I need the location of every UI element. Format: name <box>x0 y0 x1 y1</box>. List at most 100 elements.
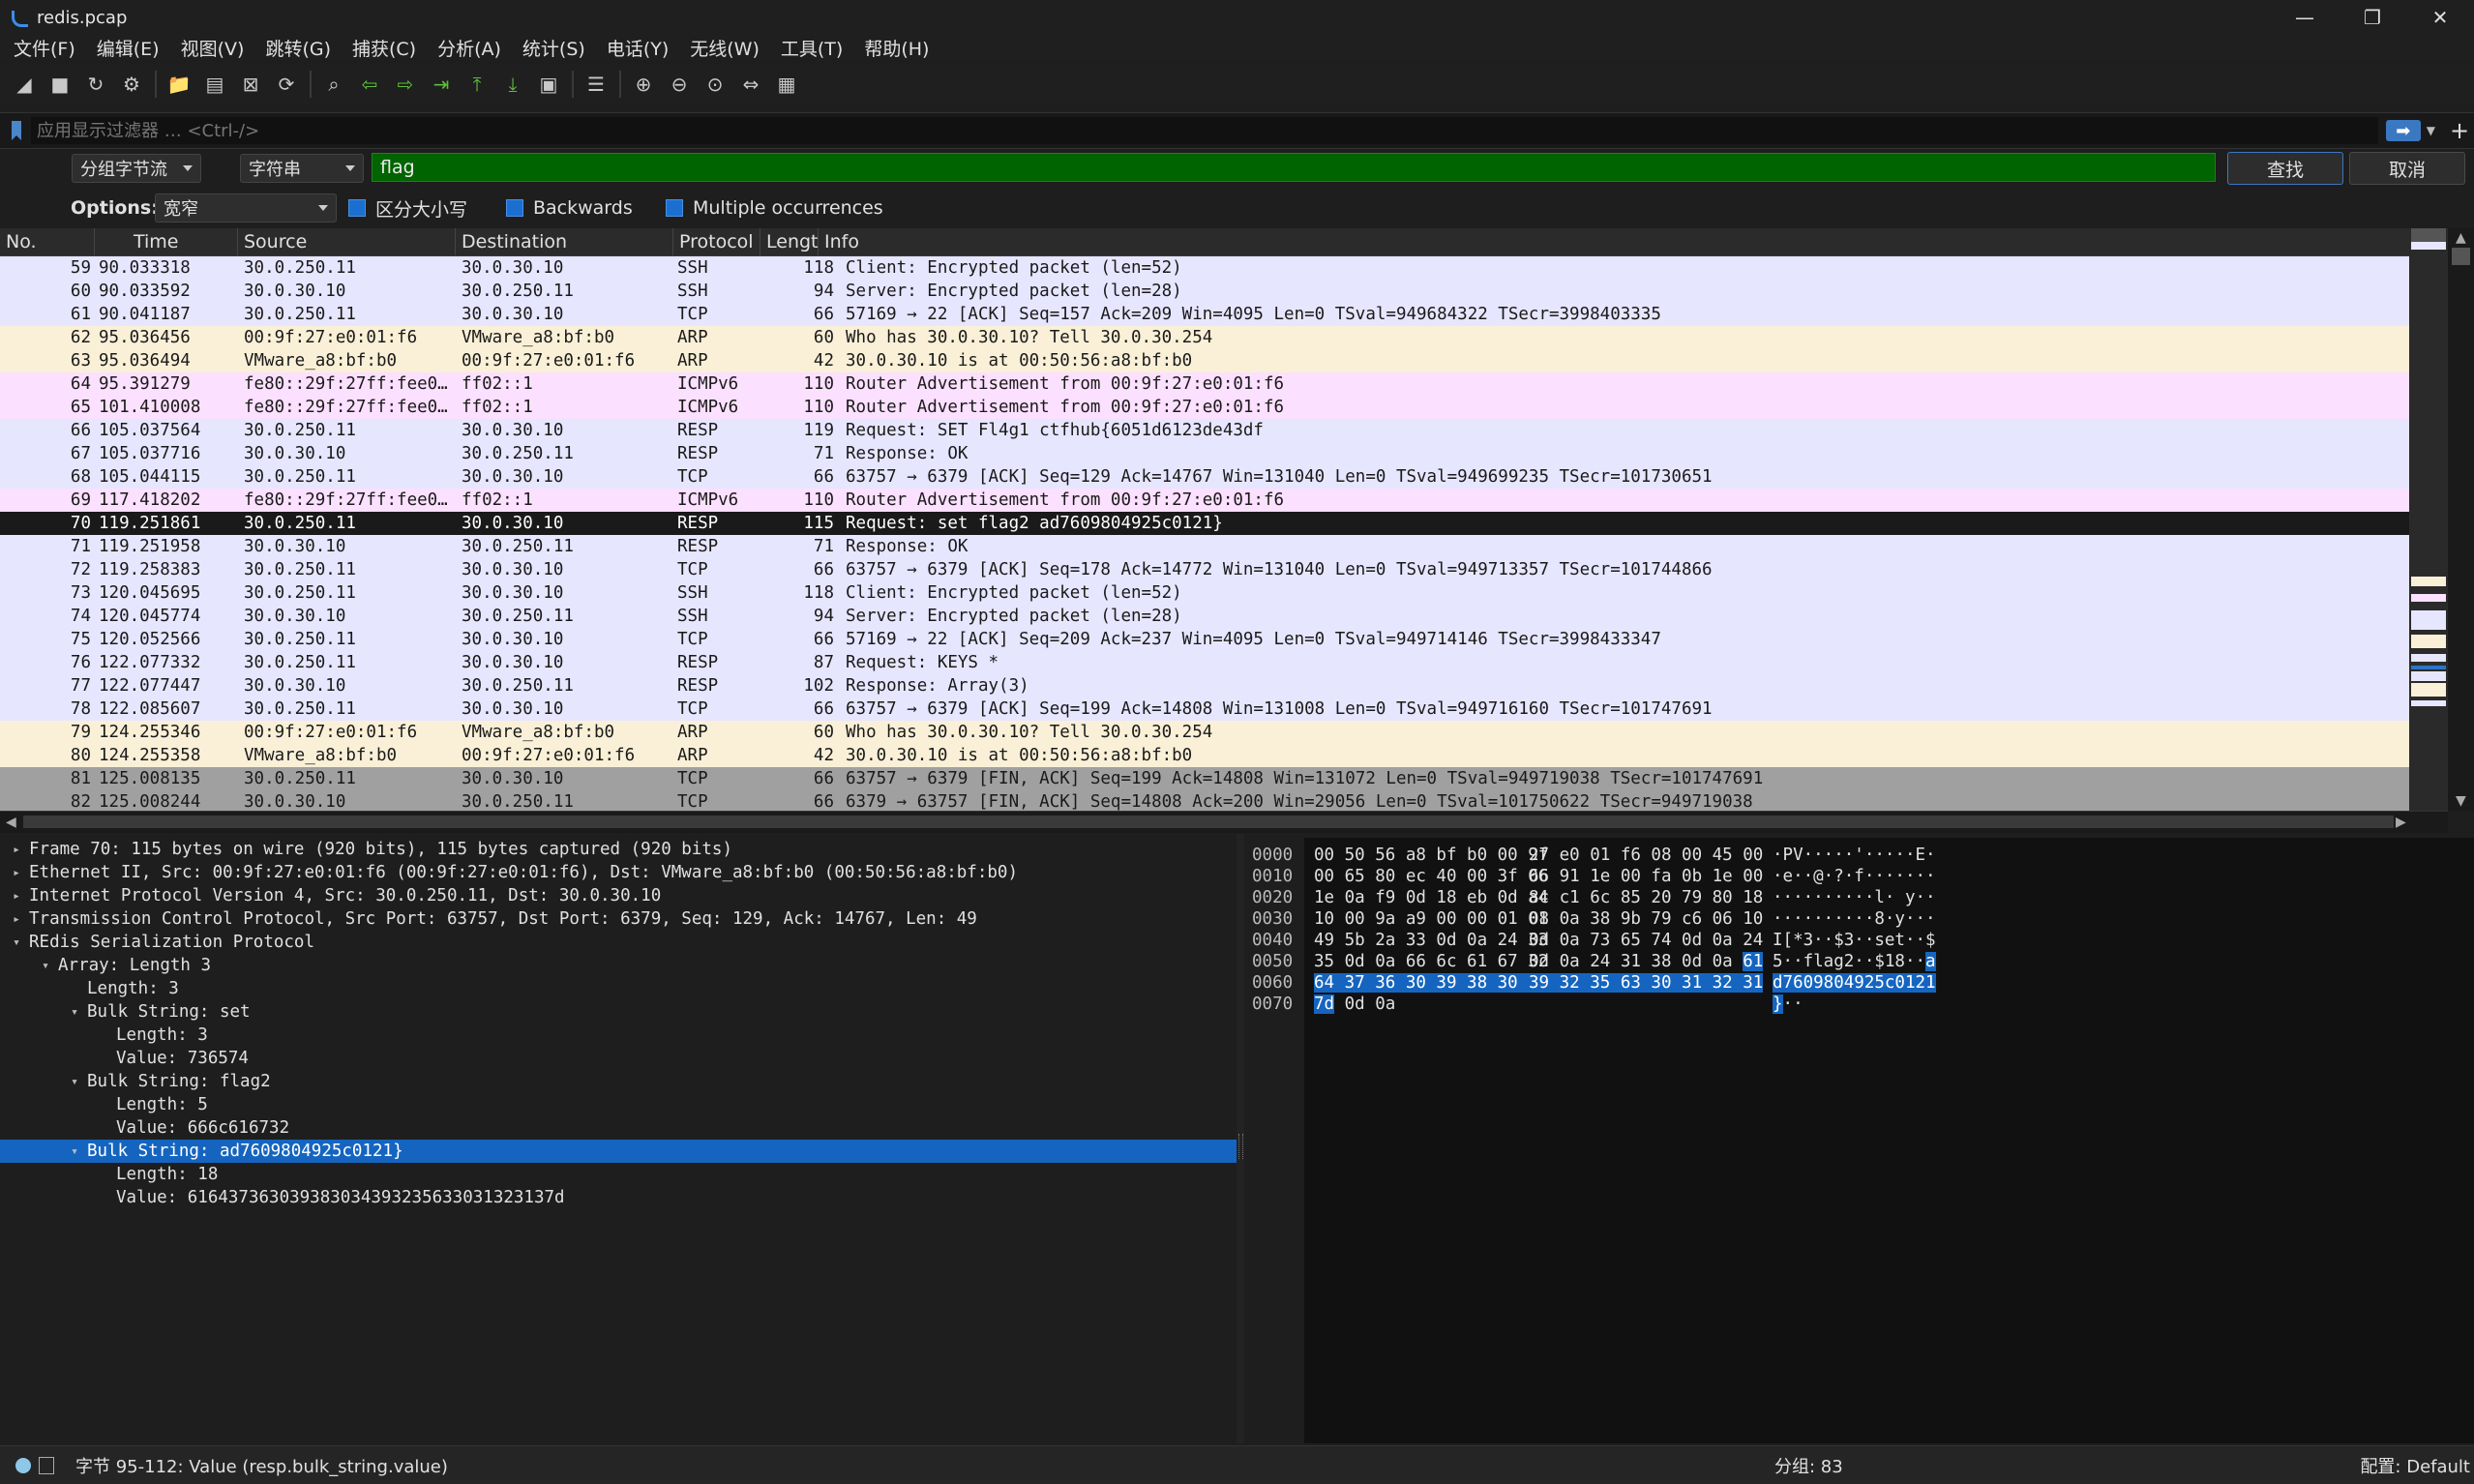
scroll-down-icon[interactable]: ▼ <box>2456 793 2466 809</box>
packet-list-minimap[interactable] <box>2409 228 2448 811</box>
packet-row[interactable]: 76 122.077332 30.0.250.11 30.0.30.10 RESP 87 R… <box>0 651 2409 674</box>
hex-group-2[interactable]: 66 91 1e 00 fa 0b 1e 00 <box>1529 867 1763 888</box>
save-icon[interactable]: ▤ <box>200 70 229 99</box>
detail-tree-item[interactable]: Value: 736574 <box>0 1047 1237 1070</box>
column-header-length[interactable]: Length <box>760 228 819 255</box>
close-file-icon[interactable]: ⊠ <box>236 70 265 99</box>
hex-group-2[interactable]: 8c c1 6c 85 20 79 80 18 <box>1529 888 1763 909</box>
ascii-dump[interactable]: ·e··@·?·f······· <box>1773 867 1936 888</box>
packet-row[interactable]: 71 119.251958 30.0.30.10 30.0.250.11 RESP 71 R… <box>0 535 2409 558</box>
detail-tree-item[interactable]: Length: 3 <box>0 1024 1237 1047</box>
hex-group-2[interactable]: 27 e0 01 f6 08 00 45 00 <box>1529 846 1763 867</box>
detail-tree-item[interactable]: ▸ Ethernet II, Src: 00:9f:27:e0:01:f6 (00… <box>0 861 1237 884</box>
packet-row[interactable]: 64 95.391279 fe80::29f:27ff:fee0… ff02::1 IC… <box>0 372 2409 396</box>
packet-row[interactable]: 79 124.255346 00:9f:27:e0:01:f6 VMware_a8:b… <box>0 721 2409 744</box>
menu-item-10[interactable]: 帮助(H) <box>856 35 937 61</box>
charset-select[interactable]: 宽窄 <box>155 193 337 223</box>
collapsed-arrow-icon[interactable]: ▸ <box>10 866 23 880</box>
hscrollbar-thumb[interactable] <box>23 816 2394 828</box>
status-profile[interactable]: 配置: Default <box>2360 1453 2470 1478</box>
packet-row[interactable]: 80 124.255358 VMware_a8:bf:b0 00:9f:27:e0:0… <box>0 744 2409 767</box>
packet-row[interactable]: 81 125.008135 30.0.250.11 30.0.30.10 TCP 66 63… <box>0 767 2409 790</box>
collapsed-arrow-icon[interactable]: ▸ <box>10 843 23 857</box>
packet-row[interactable]: 69 117.418202 fe80::29f:27ff:fee0… ff02::1 I… <box>0 489 2409 512</box>
autoscroll-icon[interactable]: ▣ <box>534 70 563 99</box>
close-button[interactable]: ✕ <box>2406 0 2474 35</box>
ascii-dump[interactable]: ·PV·····'·····E· <box>1773 846 1936 867</box>
bookmark-icon[interactable] <box>12 121 21 140</box>
packet-row[interactable]: 66 105.037564 30.0.250.11 30.0.30.10 RESP 119… <box>0 419 2409 442</box>
menu-item-4[interactable]: 捕获(C) <box>344 35 424 61</box>
zoom-out-icon[interactable]: ⊖ <box>665 70 694 99</box>
restart-icon[interactable]: ↻ <box>81 70 110 99</box>
find-input[interactable] <box>372 153 2216 182</box>
packet-row[interactable]: 73 120.045695 30.0.250.11 30.0.30.10 SSH 118 C… <box>0 581 2409 605</box>
forward-arrow-icon[interactable]: ⇨ <box>391 70 420 99</box>
scroll-up-icon[interactable]: ▲ <box>2456 230 2466 246</box>
restore-button[interactable]: ❐ <box>2339 0 2406 35</box>
back-arrow-icon[interactable]: ⇦ <box>355 70 384 99</box>
detail-tree-item[interactable]: ▾ Bulk String: ad7609804925c0121} <box>0 1140 1237 1163</box>
detail-tree-item[interactable]: Length: 3 <box>0 977 1237 1000</box>
detail-tree-item[interactable]: Value: 666c616732 <box>0 1116 1237 1140</box>
hex-group-1[interactable]: 00 50 56 a8 bf b0 00 9f <box>1314 846 1548 867</box>
packet-row[interactable]: 63 95.036494 VMware_a8:bf:b0 00:9f:27:e0:01… <box>0 349 2409 372</box>
packet-row[interactable]: 78 122.085607 30.0.250.11 30.0.30.10 TCP 66 63… <box>0 697 2409 721</box>
packet-row[interactable]: 77 122.077447 30.0.30.10 30.0.250.11 RESP 102… <box>0 674 2409 697</box>
column-header-info[interactable]: Info <box>819 228 2409 255</box>
column-header-destination[interactable]: Destination <box>456 228 673 255</box>
menu-item-7[interactable]: 电话(Y) <box>599 35 676 61</box>
packet-row[interactable]: 60 90.033592 30.0.30.10 30.0.250.11 SSH 94 Ser… <box>0 280 2409 303</box>
first-packet-icon[interactable]: ⤒ <box>462 70 492 99</box>
minimize-button[interactable]: — <box>2271 0 2339 35</box>
detail-tree-item[interactable]: ▾ Bulk String: set <box>0 1000 1237 1024</box>
expanded-arrow-icon[interactable]: ▾ <box>68 1144 81 1159</box>
column-header-no[interactable]: No. <box>0 228 95 255</box>
menu-item-6[interactable]: 统计(S) <box>515 35 593 61</box>
packet-row[interactable]: 62 95.036456 00:9f:27:e0:01:f6 VMware_a8:bf… <box>0 326 2409 349</box>
last-packet-icon[interactable]: ⤓ <box>498 70 527 99</box>
menu-item-5[interactable]: 分析(A) <box>430 35 509 61</box>
menu-item-1[interactable]: 编辑(E) <box>89 35 167 61</box>
column-header-time[interactable]: Time <box>95 228 238 255</box>
packet-list-hscrollbar[interactable]: ◀ ▶ <box>0 811 2448 833</box>
packet-row[interactable]: 72 119.258383 30.0.250.11 30.0.30.10 TCP 66 63… <box>0 558 2409 581</box>
stop-icon[interactable]: ■ <box>45 70 75 99</box>
detail-tree-item[interactable]: Value: 616437363039383034393235633031323… <box>0 1186 1237 1209</box>
go-to-packet-icon[interactable]: ⇥ <box>427 70 456 99</box>
packet-row[interactable]: 59 90.033318 30.0.250.11 30.0.30.10 SSH 118 Cl… <box>0 256 2409 280</box>
hex-group-2[interactable]: 0d 0a 24 31 38 0d 0a 61 <box>1529 952 1764 973</box>
open-folder-icon[interactable]: 📁 <box>164 70 194 99</box>
packet-row[interactable]: 74 120.045774 30.0.30.10 30.0.250.11 SSH 94 Se… <box>0 605 2409 628</box>
packet-row[interactable]: 68 105.044115 30.0.250.11 30.0.30.10 TCP 66 63… <box>0 465 2409 489</box>
capture-options-icon[interactable]: ⚙ <box>117 70 146 99</box>
detail-tree-item[interactable]: ▾ Bulk String: flag2 <box>0 1070 1237 1093</box>
hex-group-1[interactable]: 49 5b 2a 33 0d 0a 24 33 <box>1314 931 1548 952</box>
zoom-in-icon[interactable]: ⊕ <box>629 70 658 99</box>
find-icon[interactable]: ⌕ <box>319 70 348 99</box>
resize-columns-icon[interactable]: ⇔ <box>736 70 765 99</box>
colorize-icon[interactable]: ☰ <box>581 70 611 99</box>
packet-row[interactable]: 75 120.052566 30.0.250.11 30.0.30.10 TCP 66 57… <box>0 628 2409 651</box>
hex-group-1[interactable]: 10 00 9a a9 00 00 01 01 <box>1314 909 1548 931</box>
column-header-protocol[interactable]: Protocol <box>673 228 760 255</box>
packet-list-scrollbar[interactable]: ▲ ▼ <box>2448 228 2474 811</box>
detail-tree-item[interactable]: ▾ REdis Serialization Protocol <box>0 931 1237 954</box>
hex-group-1[interactable]: 7d 0d 0a <box>1314 994 1395 1016</box>
expert-info-icon[interactable] <box>15 1457 31 1473</box>
backwards-checkbox[interactable]: Backwards <box>506 197 633 219</box>
scrollbar-thumb[interactable] <box>2452 248 2470 265</box>
zoom-normal-icon[interactable]: ⊙ <box>700 70 730 99</box>
packet-row[interactable]: 82 125.008244 30.0.30.10 30.0.250.11 TCP 66 63… <box>0 790 2409 811</box>
pane-splitter[interactable] <box>1237 834 1244 1443</box>
hex-group-2[interactable]: 0d 0a 73 65 74 0d 0a 24 <box>1529 931 1763 952</box>
expanded-arrow-icon[interactable]: ▾ <box>39 959 52 973</box>
ascii-dump[interactable]: ··········8·y··· <box>1773 909 1936 931</box>
reload-icon[interactable]: ⟳ <box>272 70 301 99</box>
menu-item-0[interactable]: 文件(F) <box>6 35 83 61</box>
scroll-left-icon[interactable]: ◀ <box>6 815 16 830</box>
collapsed-arrow-icon[interactable]: ▸ <box>10 912 23 927</box>
packet-row[interactable]: 70 119.251861 30.0.250.11 30.0.30.10 RESP 115… <box>0 512 2409 535</box>
detail-tree-item[interactable]: ▸ Frame 70: 115 bytes on wire (920 bits),… <box>0 838 1237 861</box>
multiple-occurrences-checkbox[interactable]: Multiple occurrences <box>666 197 883 219</box>
